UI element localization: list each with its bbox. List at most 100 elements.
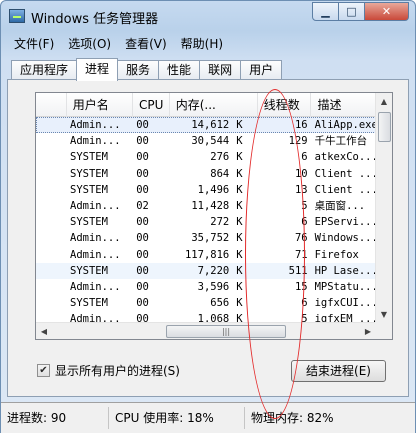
tab-strip: 应用程序 进程 服务 性能 联网 用户 — [11, 58, 283, 81]
status-physical-memory: 物理内存: 82% — [251, 411, 334, 425]
end-process-button[interactable]: 结束进程(E) — [291, 360, 386, 382]
close-button[interactable]: ✕ — [365, 2, 409, 21]
column-header-user[interactable]: 用户名 — [67, 93, 134, 117]
tab-users[interactable]: 用户 — [240, 60, 283, 80]
menu-file[interactable]: 文件(F) — [7, 34, 61, 54]
cell-threads: 6 — [301, 216, 308, 229]
maximize-icon: □ — [346, 5, 357, 18]
cell-threads: 5 — [301, 199, 308, 212]
caption-buttons: ▁ □ ✕ — [312, 2, 409, 22]
cell-user: Admin... — [70, 248, 121, 261]
scroll-left-icon[interactable]: ◀ — [36, 323, 52, 339]
scroll-up-icon[interactable]: ▲ — [376, 93, 392, 110]
row-icon-cell — [36, 295, 67, 311]
cell-memory: 30,544 — [191, 135, 230, 148]
table-row[interactable]: Admin... 00 14,612 K 16 AliApp.exe — [36, 117, 376, 134]
cell-cpu: 00 — [136, 280, 149, 293]
column-header-description[interactable]: 描述 — [311, 93, 377, 117]
column-header-memory[interactable]: 内存(... — [170, 93, 258, 117]
row-icon-cell — [36, 149, 67, 165]
tab-networking[interactable]: 联网 — [199, 60, 242, 80]
tab-processes[interactable]: 进程 — [76, 58, 119, 81]
checkbox-checked-icon[interactable]: ✔ — [37, 364, 50, 377]
tab-applications[interactable]: 应用程序 — [11, 60, 78, 80]
horizontal-scroll-thumb[interactable]: ||| — [166, 325, 286, 338]
table-row[interactable]: SYSTEM 00 276 K 6 atkexCo... — [36, 149, 376, 165]
table-row[interactable]: SYSTEM 00 656 K 6 igfxCUI... — [36, 295, 376, 311]
table-row[interactable]: SYSTEM 00 272 K 6 EPServi... — [36, 214, 376, 230]
cell-user: Admin... — [70, 280, 121, 293]
cell-description: Firefox — [314, 248, 359, 261]
cell-cpu: 00 — [136, 232, 149, 245]
table-row[interactable]: Admin... 00 35,752 K 76 Windows... — [36, 230, 376, 246]
cell-memory-unit: K — [236, 151, 243, 164]
title-bar[interactable]: Windows 任务管理器 ▁ □ ✕ — [1, 1, 415, 31]
cell-user: SYSTEM — [70, 264, 108, 277]
task-manager-window: Windows 任务管理器 ▁ □ ✕ 文件(F) 选项(O) 查看(V) 帮助… — [0, 0, 416, 433]
table-row[interactable]: Admin... 00 3,596 K 15 MPStatu... — [36, 279, 376, 295]
row-icon-cell — [36, 263, 67, 279]
maximize-button[interactable]: □ — [339, 2, 365, 21]
row-icon-cell — [36, 198, 67, 214]
table-row[interactable]: SYSTEM 00 1,496 K 13 Client ... — [36, 182, 376, 198]
process-list-header: 用户名 CPU 内存(... 线程数 描述 — [36, 93, 377, 117]
vertical-scroll-thumb[interactable] — [378, 112, 391, 142]
scroll-down-icon[interactable]: ▼ — [376, 306, 392, 323]
table-row[interactable]: SYSTEM 00 7,220 K 511 HP Lase... — [36, 262, 376, 279]
cell-memory-unit: K — [236, 280, 243, 293]
cell-memory: 276 — [210, 151, 230, 164]
tab-services[interactable]: 服务 — [117, 60, 160, 80]
cell-memory-unit: K — [236, 264, 243, 277]
cell-cpu: 00 — [136, 216, 149, 229]
cell-description: HP Lase... — [314, 264, 376, 277]
window-title: Windows 任务管理器 — [31, 12, 159, 27]
cell-user: SYSTEM — [70, 183, 108, 196]
horizontal-scrollbar[interactable]: ◀ ||| ▶ — [36, 322, 376, 339]
task-manager-icon — [9, 9, 25, 23]
cell-memory-unit: K — [236, 216, 243, 229]
cell-memory: 117,816 — [184, 248, 230, 261]
tab-performance[interactable]: 性能 — [158, 60, 201, 80]
column-header-threads[interactable]: 线程数 — [258, 93, 312, 117]
menu-options[interactable]: 选项(O) — [61, 34, 118, 54]
process-list[interactable]: 用户名 CPU 内存(... 线程数 描述 Admin... 00 14,612 K 1… — [35, 92, 393, 340]
cell-cpu: 00 — [136, 183, 149, 196]
table-row[interactable]: Admin... 00 30,544 K 129 千牛工作台 — [36, 133, 376, 149]
status-process-count: 进程数: 90 — [1, 407, 109, 429]
cell-description: igfxCUI... — [314, 297, 376, 310]
table-row[interactable]: SYSTEM 00 864 K 10 Client ... — [36, 166, 376, 182]
table-row[interactable]: Admin... 02 11,428 K 5 桌面窗... — [36, 198, 376, 214]
vertical-scrollbar[interactable]: ▲ ▼ — [375, 93, 392, 323]
minimize-button[interactable]: ▁ — [312, 2, 339, 21]
cell-memory: 35,752 — [191, 232, 230, 245]
cell-memory-unit: K — [236, 135, 243, 148]
status-bar: 进程数: 90 CPU 使用率: 18% 物理内存: 82% — [1, 402, 415, 433]
column-header-cpu[interactable]: CPU — [133, 93, 170, 117]
row-icon-cell — [36, 279, 67, 295]
processes-panel: 用户名 CPU 内存(... 线程数 描述 Admin... 00 14,612 K 1… — [7, 79, 409, 419]
row-icon-cell — [36, 117, 67, 133]
cell-memory-unit: K — [236, 167, 243, 180]
table-row[interactable]: Admin... 00 117,816 K 71 Firefox — [36, 247, 376, 263]
cell-threads: 10 — [294, 167, 308, 180]
process-list-body: Admin... 00 14,612 K 16 AliApp.exe Admin... 00 3… — [36, 117, 376, 323]
scrollbar-corner — [375, 322, 392, 339]
cell-threads: 16 — [294, 119, 308, 131]
show-all-users-checkbox[interactable]: ✔ 显示所有用户的进程(S) — [37, 362, 180, 379]
cell-description: Client ... — [314, 183, 376, 196]
cell-threads: 6 — [301, 297, 308, 310]
menu-help[interactable]: 帮助(H) — [174, 34, 230, 54]
cell-memory: 7,220 — [197, 264, 230, 277]
cell-threads: 6 — [301, 151, 308, 164]
menu-view[interactable]: 查看(V) — [118, 34, 174, 54]
cell-user: SYSTEM — [70, 167, 108, 180]
cell-description: 桌面窗... — [314, 199, 366, 212]
cell-user: Admin... — [70, 119, 121, 131]
cell-threads: 76 — [294, 232, 308, 245]
scroll-right-icon[interactable]: ▶ — [360, 323, 376, 339]
cell-cpu: 00 — [136, 151, 149, 164]
row-icon-cell — [36, 247, 67, 263]
column-header-image[interactable] — [36, 93, 67, 117]
cell-memory-unit: K — [236, 199, 243, 212]
cell-user: SYSTEM — [70, 297, 108, 310]
